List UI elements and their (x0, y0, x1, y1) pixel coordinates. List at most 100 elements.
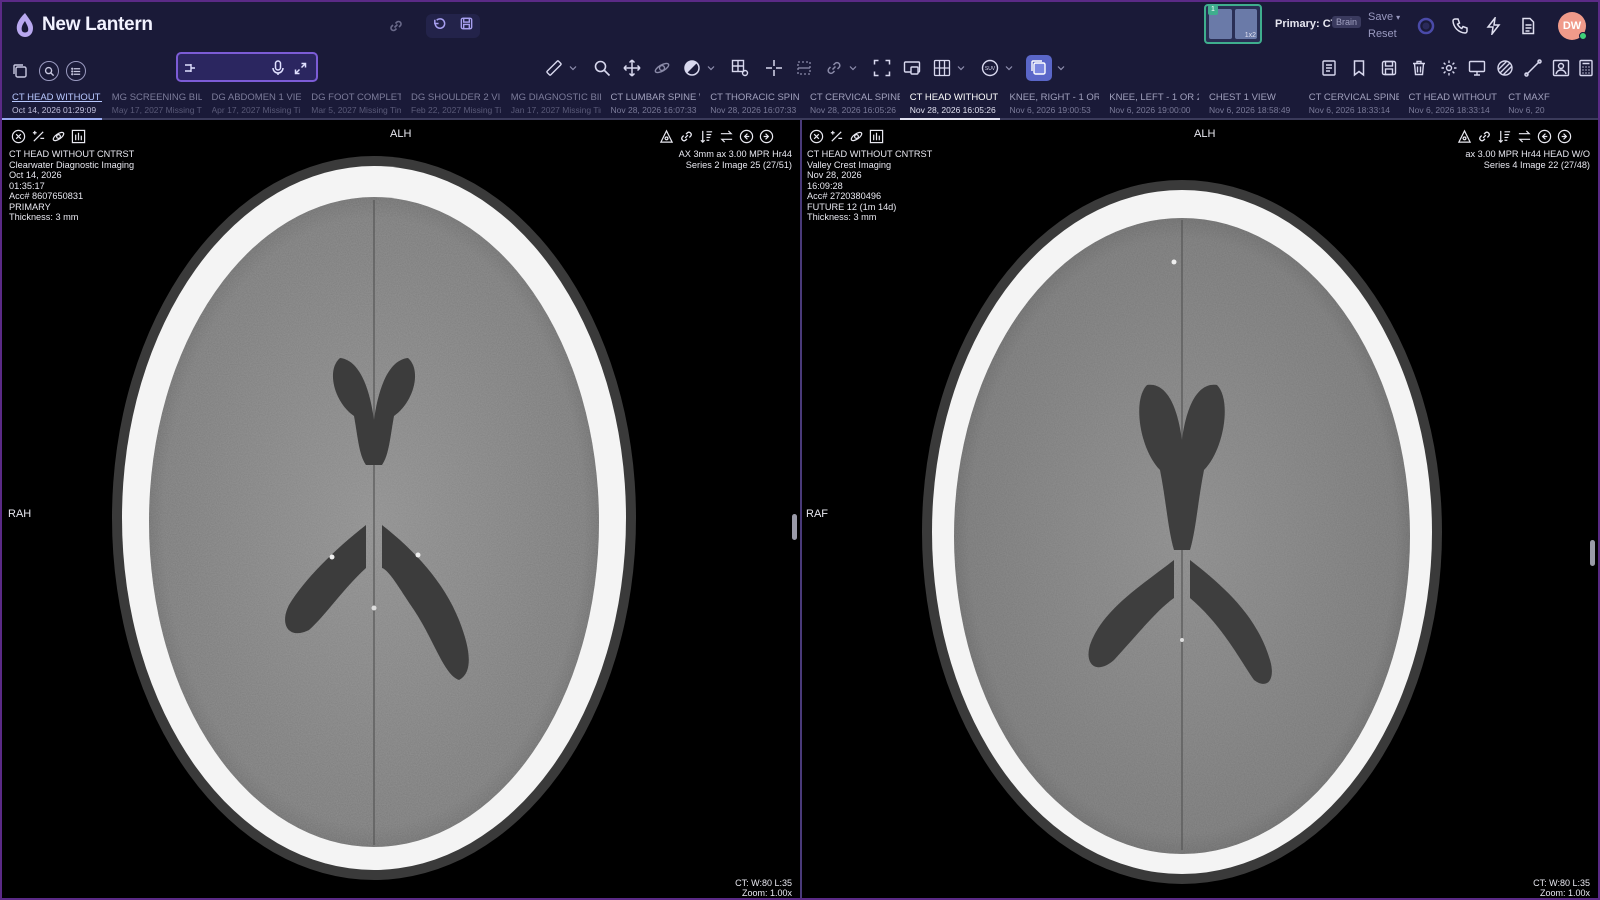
window-preset-icon[interactable] (828, 128, 844, 144)
layout-selector[interactable]: 1 1x2 (1204, 4, 1262, 44)
swap-icon[interactable] (718, 128, 734, 144)
line-tool-icon[interactable] (1521, 56, 1545, 80)
study-tab[interactable]: KNEE, LEFT - 1 OR 2 VI Nov 6, 2026 19:00:… (1099, 90, 1199, 120)
study-tab[interactable]: DG ABDOMEN 1 VIEW Apr 17, 2027 Missing Ti… (201, 90, 302, 120)
measure-dropdown-icon[interactable] (568, 56, 578, 80)
bookmark-icon[interactable] (1347, 56, 1371, 80)
next-arrow-icon[interactable] (758, 128, 774, 144)
study-tab[interactable]: CT CERVICAL SPINE W Nov 28, 2026 16:05:26 (800, 90, 900, 120)
notes-icon[interactable] (1317, 56, 1341, 80)
previous-arrow-icon[interactable] (1536, 128, 1552, 144)
histogram-icon[interactable] (868, 128, 884, 144)
expand-icon[interactable] (292, 60, 308, 76)
screen-switch-icon[interactable] (900, 56, 924, 80)
save-annotations-icon[interactable] (1377, 56, 1401, 80)
study-tab[interactable]: DG SHOULDER 2 VIEW Feb 22, 2027 Missing T… (401, 90, 501, 120)
study-tab-name: CT THORACIC SPINE W (710, 92, 800, 103)
study-description: CT HEAD WITHOUT CNTRST (807, 149, 933, 159)
triangulate-icon[interactable] (658, 128, 674, 144)
grid-settings-icon[interactable] (728, 56, 752, 80)
study-tab-name: CT MAXF (1508, 92, 1550, 103)
ct-axial-image-right[interactable] (802, 120, 1598, 900)
search-study-icon[interactable] (39, 61, 59, 81)
study-tab[interactable]: KNEE, RIGHT - 1 OR 2 V Nov 6, 2026 19:00:… (999, 90, 1100, 120)
layout-dropdown-icon[interactable] (956, 56, 966, 80)
zoom-magnifier-icon[interactable] (590, 56, 614, 80)
link-viewport-icon[interactable] (1476, 128, 1492, 144)
study-tab[interactable]: CT CERVICAL SPINE W Nov 6, 2026 18:33:14 (1298, 90, 1399, 120)
link-series-icon[interactable] (822, 56, 846, 80)
viewport-left[interactable]: ALH RAH CT HEAD WITHOUT CNTRST Clearwate… (4, 120, 800, 900)
window-level-icon[interactable] (680, 56, 704, 80)
trash-icon[interactable] (1407, 56, 1431, 80)
rotate-view-icon[interactable] (848, 128, 864, 144)
user-avatar[interactable]: DW (1558, 12, 1587, 40)
fit-to-screen-icon[interactable] (870, 56, 894, 80)
ruler-measure-icon[interactable] (542, 56, 566, 80)
reset-layout-button[interactable]: Reset (1368, 28, 1397, 40)
study-tab[interactable]: CT MAXF Nov 6, 20 (1498, 90, 1598, 120)
study-tab-name: DG FOOT COMPLETE (311, 92, 401, 103)
microphone-icon[interactable] (270, 60, 286, 76)
save-layout-button[interactable]: Save ▾ (1368, 11, 1400, 23)
series-description: AX 3mm ax 3.00 MPR Hr44 (678, 149, 792, 159)
copy-windows-icon[interactable] (9, 60, 31, 82)
crosshair-icon[interactable] (762, 56, 786, 80)
slice-scrollbar-thumb[interactable] (1590, 540, 1595, 566)
undo-icon[interactable] (432, 16, 447, 36)
study-tab[interactable]: DG FOOT COMPLETE Mar 5, 2027 Missing Tim (301, 90, 401, 120)
slice-scrollbar-thumb[interactable] (792, 514, 797, 540)
study-tab[interactable]: CT HEAD WITHOUT CN Nov 28, 2026 16:05:26 (899, 90, 1000, 120)
gear-icon[interactable] (1437, 56, 1461, 80)
window-preset-icon[interactable] (30, 128, 46, 144)
sort-icon[interactable] (1496, 128, 1512, 144)
worklist-icon[interactable] (66, 61, 86, 81)
previous-arrow-icon[interactable] (738, 128, 754, 144)
study-tab[interactable]: CT HEAD WITHOUT CN Nov 6, 2026 18:33:14 (1398, 90, 1499, 120)
monitor-icon[interactable] (1465, 56, 1489, 80)
triangulate-icon[interactable] (1456, 128, 1472, 144)
rotate-3d-icon[interactable] (650, 56, 674, 80)
next-arrow-icon[interactable] (1556, 128, 1572, 144)
close-viewport-icon[interactable] (808, 128, 824, 144)
calculator-icon[interactable] (1574, 56, 1598, 80)
lantern-logo-icon (16, 13, 33, 37)
study-tab-date: Nov 6, 2026 18:33:14 (1308, 105, 1391, 115)
close-viewport-icon[interactable] (10, 128, 26, 144)
study-tab-name: MG SCREENING BILAT (111, 92, 202, 103)
viewport-right[interactable]: ALH RAF CT HEAD WITHOUT CNTRST Valley Cr… (802, 120, 1598, 900)
suv-dropdown-icon[interactable] (1004, 56, 1014, 80)
dictation-command-icon[interactable] (182, 60, 198, 76)
link-viewport-icon[interactable] (678, 128, 694, 144)
pan-move-icon[interactable] (620, 56, 644, 80)
slab-thickness-icon[interactable] (792, 56, 816, 80)
study-tab[interactable]: MG DIAGNOSTIC BILA Jan 17, 2027 Missing T… (500, 90, 601, 120)
swap-icon[interactable] (1516, 128, 1532, 144)
window-level-dropdown-icon[interactable] (706, 56, 716, 80)
link-icon[interactable] (386, 16, 406, 36)
rotate-view-icon[interactable] (50, 128, 66, 144)
report-document-icon[interactable] (1516, 14, 1540, 38)
study-tab[interactable]: CT THORACIC SPINE W Nov 28, 2026 16:07:33 (700, 90, 800, 120)
phone-icon[interactable] (1448, 14, 1472, 38)
suv-icon[interactable]: SUV (978, 56, 1002, 80)
study-tab[interactable]: CT HEAD WITHOUT CN Oct 14, 2026 01:29:09 (2, 90, 102, 120)
status-ring-icon[interactable] (1414, 14, 1438, 38)
stack-dropdown-icon[interactable] (1056, 56, 1066, 80)
lightning-icon[interactable] (1482, 14, 1506, 38)
histogram-icon[interactable] (70, 128, 86, 144)
study-tab[interactable]: MG SCREENING BILAT May 17, 2027 Missing T… (101, 90, 202, 120)
voice-dictation-box[interactable] (176, 52, 318, 82)
study-date: Oct 14, 2026 (9, 170, 62, 180)
primary-protocol-chip[interactable]: Brain (1332, 16, 1362, 28)
sort-icon[interactable] (698, 128, 714, 144)
save-disk-icon[interactable] (459, 16, 474, 36)
layout-grid-icon[interactable] (930, 56, 954, 80)
ct-axial-image-left[interactable] (4, 120, 800, 900)
hatch-pattern-icon[interactable] (1493, 56, 1517, 80)
stack-scroll-icon[interactable] (1026, 55, 1052, 81)
study-tab[interactable]: CHEST 1 VIEW Nov 6, 2026 18:58:49 (1199, 90, 1299, 120)
link-dropdown-icon[interactable] (848, 56, 858, 80)
study-tab[interactable]: CT LUMBAR SPINE WI Nov 28, 2026 16:07:33 (600, 90, 701, 120)
user-annotate-icon[interactable] (1549, 56, 1573, 80)
